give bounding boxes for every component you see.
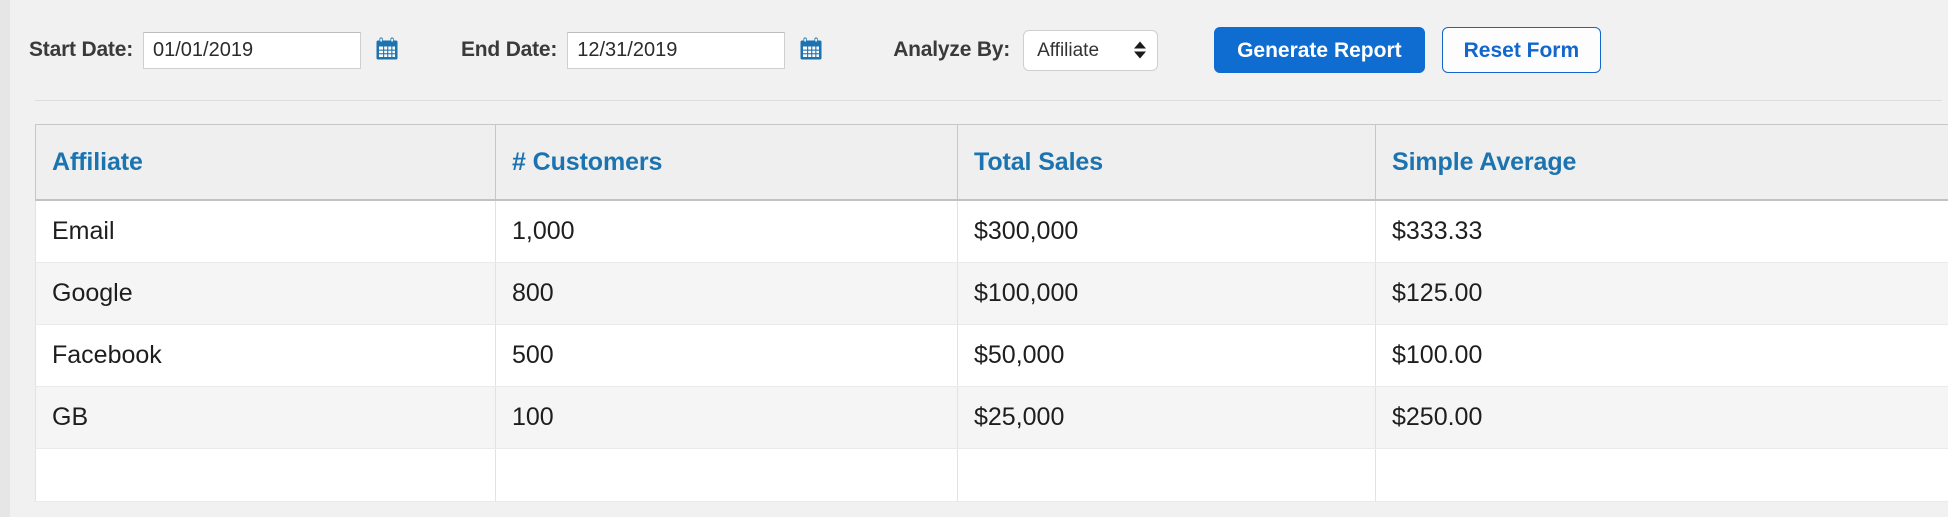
- column-header-customers[interactable]: # Customers: [495, 124, 958, 201]
- calendar-icon: [374, 36, 400, 65]
- cell-customers: 1,000: [495, 200, 958, 263]
- cell-simple-average: $125.00: [1375, 262, 1948, 325]
- cell-total-sales: $50,000: [957, 324, 1376, 387]
- table-header-row: Affiliate # Customers Total Sales Simple…: [35, 124, 1948, 201]
- column-header-total-sales[interactable]: Total Sales: [957, 124, 1376, 201]
- cell-customers: 100: [495, 386, 958, 449]
- cell-total-sales: [957, 448, 1376, 502]
- cell-affiliate: [35, 448, 496, 502]
- cell-affiliate: GB: [35, 386, 496, 449]
- cell-customers: [495, 448, 958, 502]
- section-divider: [35, 100, 1942, 101]
- cell-total-sales: $100,000: [957, 262, 1376, 325]
- cell-simple-average: [1375, 448, 1948, 502]
- analyze-by-select[interactable]: Affiliate: [1023, 29, 1159, 71]
- cell-affiliate: Email: [35, 200, 496, 263]
- analyze-by-label: Analyze By:: [893, 38, 1011, 61]
- report-table-head: Affiliate # Customers Total Sales Simple…: [35, 124, 1948, 201]
- start-date-calendar-button[interactable]: [374, 37, 400, 63]
- cell-customers: 800: [495, 262, 958, 325]
- end-date-group: End Date:: [461, 31, 824, 69]
- table-row: Google 800 $100,000 $125.00: [35, 262, 1948, 325]
- table-row: Facebook 500 $50,000 $100.00: [35, 324, 1948, 387]
- cell-simple-average: $250.00: [1375, 386, 1948, 449]
- cell-simple-average: $333.33: [1375, 200, 1948, 263]
- column-header-simple-average[interactable]: Simple Average: [1375, 124, 1948, 201]
- cell-customers: 500: [495, 324, 958, 387]
- table-row: Email 1,000 $300,000 $333.33: [35, 200, 1948, 263]
- table-row: GB 100 $25,000 $250.00: [35, 386, 1948, 449]
- cell-affiliate: Google: [35, 262, 496, 325]
- page-content: Start Date: 01/01/2019 End Date: 12/31/2…: [10, 0, 1948, 517]
- cell-simple-average: $100.00: [1375, 324, 1948, 387]
- column-header-affiliate[interactable]: Affiliate: [35, 124, 496, 201]
- report-table-container: Affiliate # Customers Total Sales Simple…: [35, 124, 1948, 502]
- report-table-body: Email 1,000 $300,000 $333.33 Google 800 …: [35, 200, 1948, 502]
- start-date-group: Start Date:: [29, 31, 400, 69]
- page-left-gutter: [0, 0, 10, 517]
- table-row: [35, 448, 1948, 502]
- analyze-by-select-wrapper: Affiliate: [1023, 29, 1159, 71]
- generate-report-button[interactable]: Generate Report: [1214, 27, 1425, 73]
- end-date-label: End Date:: [461, 38, 558, 61]
- cell-total-sales: $300,000: [957, 200, 1376, 263]
- report-page: Start Date: 01/01/2019 End Date: 12/31/2…: [0, 0, 1948, 517]
- reset-form-button[interactable]: Reset Form: [1441, 27, 1602, 73]
- start-date-label: Start Date:: [29, 38, 133, 61]
- start-date-input[interactable]: [143, 31, 361, 69]
- cell-total-sales: $25,000: [957, 386, 1376, 449]
- analyze-by-group: Analyze By: Affiliate: [893, 29, 1159, 71]
- end-date-input[interactable]: [567, 31, 786, 69]
- report-table: Affiliate # Customers Total Sales Simple…: [35, 124, 1948, 502]
- end-date-calendar-button[interactable]: [798, 37, 824, 63]
- filter-toolbar: Start Date: 01/01/2019 End Date: 12/31/2…: [10, 0, 1948, 100]
- cell-affiliate: Facebook: [35, 324, 496, 387]
- calendar-icon: [798, 36, 824, 65]
